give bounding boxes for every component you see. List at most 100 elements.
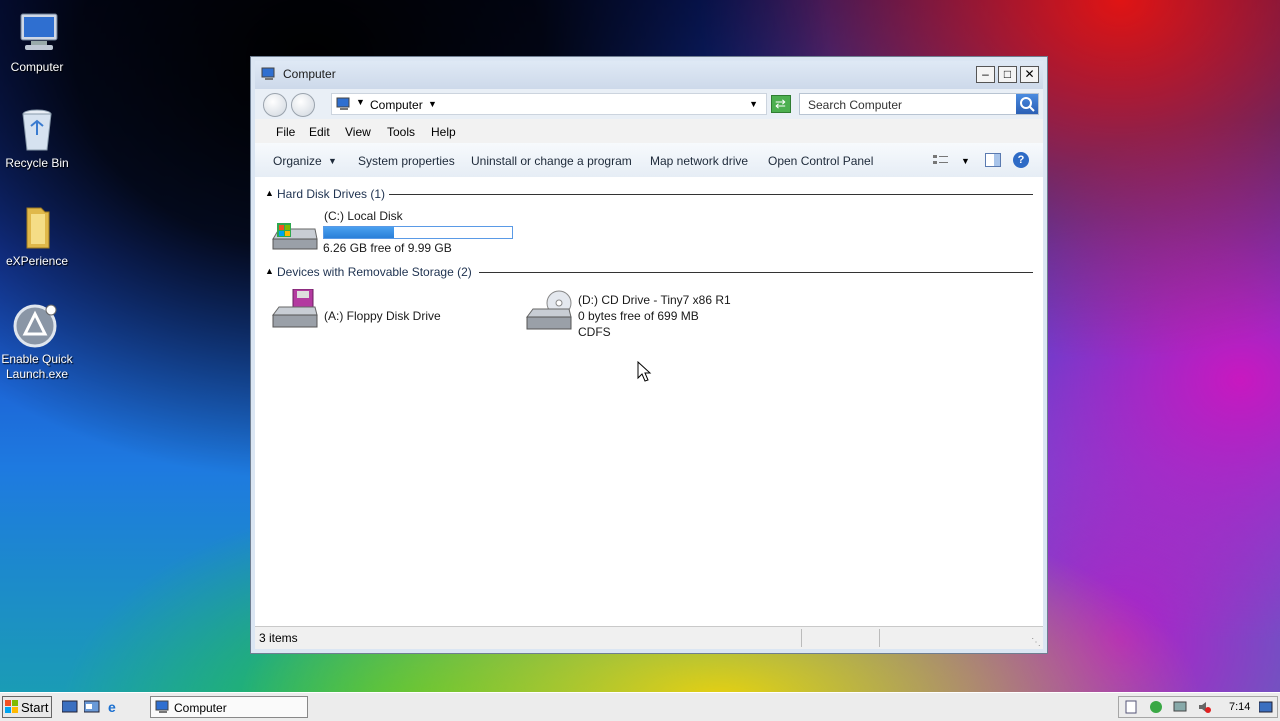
launcher-icon <box>13 302 61 350</box>
disk-usage-fill <box>324 227 394 238</box>
tray-volume-muted-icon[interactable] <box>1197 700 1211 717</box>
desktop-icon-enable-quick-launch[interactable]: Enable Quick Launch.exe <box>0 302 74 382</box>
refresh-icon: ⇄ <box>775 96 786 111</box>
tray-network-icon[interactable] <box>1173 700 1187 717</box>
chevron-down-icon[interactable]: ▼ <box>328 156 337 166</box>
maximize-icon: □ <box>1003 67 1012 81</box>
start-button[interactable]: Start <box>2 696 52 718</box>
close-icon: ✕ <box>1024 67 1035 81</box>
group-title: Hard Disk Drives (1) <box>277 187 386 201</box>
title-bar[interactable]: Computer – □ ✕ <box>255 61 1043 89</box>
clock[interactable]: 7:14 <box>1229 701 1250 713</box>
desktop-icon-computer[interactable]: Computer <box>0 10 74 75</box>
organize-button[interactable]: Organize <box>273 154 322 168</box>
desktop-icon-label: Recycle Bin <box>5 156 69 170</box>
group-title: Devices with Removable Storage (2) <box>277 265 472 279</box>
system-properties-button[interactable]: System properties <box>358 154 455 168</box>
windows-logo-icon <box>5 700 18 713</box>
folder-icon <box>13 204 61 252</box>
cd-drive-icon <box>526 290 572 330</box>
drive-free-space: 6.26 GB free of 9.99 GB <box>323 241 452 255</box>
drive-item-c[interactable]: (C:) Local Disk 6.26 GB free of 9.99 GB <box>271 209 531 257</box>
explorer-window: Computer – □ ✕ ▼ Computer ▼ ▼ ⇄ Search C… <box>250 56 1048 654</box>
menu-view[interactable]: View <box>345 125 371 139</box>
forward-button[interactable] <box>291 93 315 117</box>
menu-help[interactable]: Help <box>431 125 456 139</box>
menu-file[interactable]: File <box>276 125 295 139</box>
help-icon[interactable]: ? <box>1013 152 1029 168</box>
drive-item-d[interactable]: (D:) CD Drive - Tiny7 x86 R1 0 bytes fre… <box>525 287 755 341</box>
preview-pane-icon[interactable] <box>985 153 1001 170</box>
open-control-panel-button[interactable]: Open Control Panel <box>768 154 873 168</box>
address-field[interactable]: ▼ Computer ▼ ▼ <box>331 93 767 115</box>
address-bar-row: ▼ Computer ▼ ▼ ⇄ Search Computer <box>255 89 1043 119</box>
mouse-cursor-icon <box>637 361 652 382</box>
minimize-button[interactable]: – <box>976 66 995 83</box>
search-input[interactable]: Search Computer <box>799 93 1039 115</box>
disk-usage-bar <box>323 226 513 239</box>
address-history-dropdown-icon[interactable]: ▼ <box>749 99 758 109</box>
taskbar-item-label: Computer <box>174 701 227 715</box>
drive-filesystem: CDFS <box>578 325 611 339</box>
command-bar: Organize ▼ System properties Uninstall o… <box>255 143 1043 178</box>
taskbar: Start e Computer 7:14 <box>0 692 1280 721</box>
floppy-drive-icon <box>272 289 318 328</box>
menu-tools[interactable]: Tools <box>387 125 415 139</box>
maximize-button[interactable]: □ <box>998 66 1017 83</box>
chevron-down-icon[interactable]: ▼ <box>356 97 365 107</box>
show-desktop-tray-icon[interactable] <box>1258 701 1273 716</box>
internet-explorer-icon[interactable]: e <box>108 699 116 715</box>
explorer-quicklaunch-icon[interactable] <box>83 700 100 717</box>
computer-small-icon <box>261 67 277 84</box>
back-button[interactable] <box>263 93 287 117</box>
show-desktop-icon[interactable] <box>61 700 78 717</box>
group-divider <box>389 194 1033 195</box>
group-header-removable-storage[interactable]: ▲ Devices with Removable Storage (2) <box>265 265 1035 285</box>
computer-small-icon <box>155 700 169 713</box>
tray-document-icon[interactable] <box>1125 700 1137 717</box>
start-label: Start <box>21 700 49 715</box>
view-options-icon[interactable] <box>933 154 949 169</box>
window-title: Computer <box>283 67 336 81</box>
desktop-icon-recycle-bin[interactable]: Recycle Bin <box>0 106 74 171</box>
search-button[interactable] <box>1016 94 1038 114</box>
map-network-drive-button[interactable]: Map network drive <box>650 154 748 168</box>
desktop-icon-experience[interactable]: eXPerience <box>0 204 74 269</box>
collapse-triangle-icon[interactable]: ▲ <box>265 188 274 198</box>
recycle-bin-icon <box>13 106 61 154</box>
computer-icon <box>13 10 61 58</box>
system-tray: 7:14 <box>1118 696 1278 718</box>
taskbar-item-computer[interactable]: Computer <box>150 696 308 718</box>
drive-free-space: 0 bytes free of 699 MB <box>578 309 699 323</box>
drive-name: (D:) CD Drive - Tiny7 x86 R1 <box>578 293 731 307</box>
chevron-down-icon[interactable]: ▼ <box>961 156 970 166</box>
search-placeholder: Search Computer <box>808 98 903 112</box>
status-bar: 3 items ⋱ <box>255 626 1043 649</box>
refresh-button[interactable]: ⇄ <box>771 95 791 113</box>
minimize-icon: – <box>982 67 989 81</box>
item-count: 3 items <box>259 631 298 645</box>
menu-edit[interactable]: Edit <box>309 125 330 139</box>
resize-grip-icon[interactable]: ⋱ <box>1031 637 1041 648</box>
content-pane: ▲ Hard Disk Drives (1) (C:) Local Disk 6… <box>255 177 1043 627</box>
hard-disk-icon <box>272 223 318 250</box>
drive-name: (A:) Floppy Disk Drive <box>324 309 441 323</box>
address-location: Computer <box>370 98 423 112</box>
collapse-triangle-icon[interactable]: ▲ <box>265 266 274 276</box>
chevron-down-icon[interactable]: ▼ <box>428 99 437 109</box>
computer-small-icon <box>336 97 352 114</box>
uninstall-program-button[interactable]: Uninstall or change a program <box>471 154 632 168</box>
close-button[interactable]: ✕ <box>1020 66 1039 83</box>
desktop-icon-label: Enable Quick Launch.exe <box>1 352 73 381</box>
drive-name: (C:) Local Disk <box>324 209 403 223</box>
search-icon <box>1020 97 1035 112</box>
status-divider <box>879 629 880 647</box>
status-divider <box>801 629 802 647</box>
tray-shield-icon[interactable] <box>1149 700 1163 717</box>
group-header-hard-disk-drives[interactable]: ▲ Hard Disk Drives (1) <box>265 187 1035 207</box>
group-divider <box>479 272 1033 273</box>
desktop-icon-label: eXPerience <box>5 254 69 268</box>
menu-bar: File Edit View Tools Help <box>255 119 1043 143</box>
drive-item-a[interactable]: (A:) Floppy Disk Drive <box>271 287 501 337</box>
desktop-icon-label: Computer <box>10 60 64 74</box>
